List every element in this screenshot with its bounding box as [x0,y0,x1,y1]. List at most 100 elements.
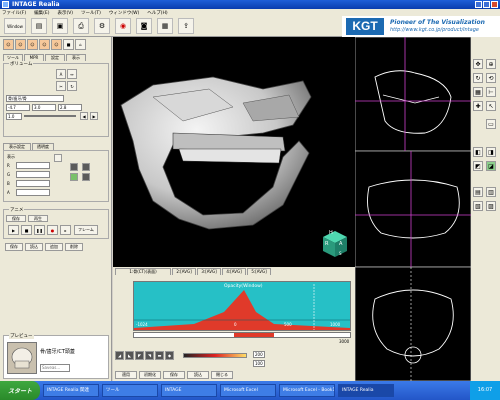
move-icon[interactable]: ↔ [67,69,77,79]
maximize-icon[interactable] [483,1,490,8]
r-value-field[interactable] [16,162,50,169]
anim-save-button[interactable]: 保存 [6,215,26,222]
tool-person-icon[interactable]: ☺ [27,39,38,50]
tab-layer-4[interactable]: 4:[AVG] [222,268,246,275]
tool-person-icon[interactable]: ☺ [39,39,50,50]
anim-bottom-button[interactable]: 追加 [45,243,63,251]
anim-bottom-button[interactable]: 削除 [65,243,83,251]
record-icon[interactable]: ● [47,225,58,235]
view-icon[interactable]: ◧ [473,147,483,157]
play-icon[interactable]: ▶ [8,225,19,235]
slice-tool-icon[interactable]: ▧ [473,201,483,211]
cursor-icon[interactable]: ↖ [486,101,496,111]
rotate-icon[interactable]: ↻ [473,73,483,83]
film-icon[interactable]: ▦ [157,18,173,34]
saveas-input[interactable]: Saveas... [40,364,70,372]
step-icon[interactable]: ▸ [60,225,71,235]
tab-settings[interactable]: 設定 [45,54,65,61]
b-value-field[interactable] [16,180,50,187]
tab-view[interactable]: 表示 [66,54,86,61]
tool-lock-icon[interactable]: ■ [63,39,74,50]
color-swatch[interactable] [82,173,90,181]
curve-tool-icon[interactable]: ◤ [135,351,144,360]
apply-button[interactable]: 適用 [115,371,137,379]
tab-opacity[interactable]: 透明度 [32,143,54,150]
histogram-view[interactable]: Opacity(Window) -1024 0 500 1000 [133,281,351,331]
slice-tool-icon[interactable]: ▤ [473,187,483,197]
pause-icon[interactable]: ❚❚ [34,225,45,235]
task-item[interactable]: ツール [102,384,158,397]
load-button[interactable]: 読込 [187,371,209,379]
value-field[interactable]: 2.8 [58,104,82,111]
value-field[interactable]: -4.7 [6,104,30,111]
camera-icon[interactable]: ◙ [136,18,152,34]
frame-button[interactable]: フレーム [74,225,98,235]
curve-tool-icon[interactable]: ◢ [115,351,124,360]
tab-tool[interactable]: ツール [3,54,23,61]
tool-home-icon[interactable]: ⌂ [75,39,86,50]
g-value-field[interactable] [16,171,50,178]
color-swatch[interactable] [70,163,78,171]
color-gradient-bar[interactable] [183,353,247,358]
anim-play-button[interactable]: 再生 [28,215,48,222]
tab-layer-3[interactable]: 3:[AVG] [197,268,221,275]
tool-person-icon[interactable]: ☺ [3,39,14,50]
value-slider[interactable] [24,115,76,117]
record-icon[interactable]: ◉ [115,18,131,34]
close-button[interactable]: 閉じる [211,371,233,379]
step-field[interactable]: 1.0 [6,113,22,120]
tab-layer-5[interactable]: 5:[AVG] [247,268,271,275]
save-button[interactable]: 保存 [163,371,185,379]
task-item[interactable]: INTAGE [161,384,217,397]
reset-icon[interactable]: ⟲ [486,73,496,83]
tool-person-icon[interactable]: ☺ [15,39,26,50]
tab-render[interactable]: 表示設定 [3,143,31,150]
layout-icon[interactable]: ▭ [486,119,496,129]
export-icon[interactable]: ⇪ [178,18,194,34]
task-item[interactable]: INTAGE Realia 関連 [43,384,99,397]
view-icon[interactable]: ◨ [486,147,496,157]
ruler-icon[interactable]: ⊢ [486,87,496,97]
rotate-icon[interactable]: ↻ [67,81,77,91]
spin-field-1[interactable]: 200 [253,351,265,358]
task-item-active[interactable]: INTAGE Realia [338,384,394,397]
tab-layer-2[interactable]: 2:[AVG] [172,268,196,275]
preset-select[interactable]: 骨/歯牙/骨 [6,95,64,102]
open-icon[interactable]: ▤ [31,18,47,34]
volume-render-view[interactable]: R A H S [113,37,355,267]
slice-tool-icon[interactable]: ▥ [486,187,496,197]
anim-bottom-button[interactable]: 保存 [5,243,23,251]
view-icon[interactable]: ◩ [473,161,483,171]
preview-thumbnail[interactable] [7,342,37,374]
start-button[interactable]: スタート [0,381,40,400]
crosshair-icon[interactable]: ✚ [473,101,483,111]
color-swatch[interactable] [54,154,62,162]
value-field[interactable]: 3.0 [32,104,56,111]
task-item[interactable]: Microsoft Excel - Book1 [279,384,335,397]
task-item[interactable]: Microsoft Excel [220,384,276,397]
curve-tool-icon[interactable]: ◣ [125,351,134,360]
curve-tool-icon[interactable]: ▬ [155,351,164,360]
tab-mpr[interactable]: MPR [24,54,44,61]
step-down-icon[interactable]: ◀ [80,112,88,120]
window-button[interactable]: Window [4,18,26,34]
minimize-icon[interactable] [475,1,482,8]
zoom-icon[interactable]: ⊕ [486,59,496,69]
grid-icon[interactable]: ▦ [473,87,483,97]
view-icon[interactable]: ◪ [486,161,496,171]
scale-icon[interactable]: A [56,69,66,79]
gear-icon[interactable]: ⚙ [94,18,110,34]
slice-tool-icon[interactable]: ▨ [486,201,496,211]
orientation-cube[interactable]: R A H S [319,227,351,259]
reset-button[interactable]: 初期化 [139,371,161,379]
curve-tool-icon[interactable]: ◥ [145,351,154,360]
tab-layer-1[interactable]: 1:骨(CT)(表面) [115,268,171,275]
color-swatch[interactable] [70,173,78,181]
range-bar[interactable] [133,332,351,338]
anim-bottom-button[interactable]: 読込 [25,243,43,251]
curve-tool-icon[interactable]: ◆ [165,351,174,360]
color-swatch[interactable] [82,163,90,171]
step-up-icon[interactable]: ▶ [90,112,98,120]
stop-icon[interactable]: ■ [21,225,32,235]
spin-field-2[interactable]: 100 [253,360,265,367]
